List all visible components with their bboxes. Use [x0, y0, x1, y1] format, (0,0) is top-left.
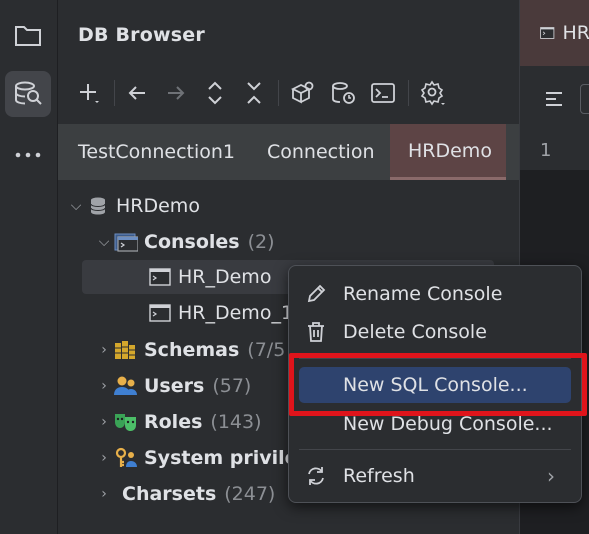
- item-count: (57): [212, 375, 252, 397]
- tree-node-consoles[interactable]: ⌵ Consoles (2): [58, 225, 519, 259]
- annotation-highlight-box: [289, 353, 587, 416]
- consoles-folder-icon: [114, 231, 138, 253]
- editor-tab-hr-demo[interactable]: HR: [520, 0, 589, 66]
- database-icon: [86, 195, 110, 217]
- chevron-right-icon[interactable]: ›: [94, 378, 114, 394]
- collapse-all-icon[interactable]: [239, 78, 269, 108]
- item-count: (143): [210, 411, 262, 433]
- roles-masks-icon: [114, 411, 138, 433]
- pencil-icon: [299, 283, 333, 305]
- tab-hrdemo[interactable]: HRDemo: [390, 124, 506, 180]
- gear-icon[interactable]: [418, 78, 448, 108]
- chevron-right-icon[interactable]: ›: [94, 342, 114, 358]
- chevron-right-icon[interactable]: ›: [94, 414, 114, 430]
- tree-label: Users: [144, 375, 205, 397]
- menu-item-delete-console[interactable]: Delete Console: [299, 314, 571, 350]
- db-browser-icon[interactable]: [5, 71, 51, 117]
- chevron-down-icon[interactable]: ⌵: [66, 198, 86, 214]
- chevron-down-icon[interactable]: ⌵: [94, 234, 114, 250]
- key-user-icon: [114, 447, 138, 469]
- tree-label: HRDemo: [116, 195, 200, 217]
- chevron-right-icon: ›: [547, 464, 555, 488]
- tree-label: HR_Demo_1: [178, 302, 294, 324]
- schemas-icon: [114, 339, 138, 361]
- item-count: (7/5: [247, 339, 286, 361]
- console-icon[interactable]: [368, 78, 398, 108]
- back-arrow-icon[interactable]: [122, 78, 152, 108]
- editor-toolbar: [520, 66, 589, 130]
- console-icon: [540, 27, 555, 39]
- menu-item-refresh[interactable]: Refresh ›: [299, 458, 571, 494]
- item-count: (2): [247, 231, 275, 253]
- left-tool-strip: [0, 0, 58, 534]
- tree-label: Consoles: [144, 231, 240, 253]
- forward-arrow-icon[interactable]: [161, 78, 191, 108]
- menu-item-rename-console[interactable]: Rename Console: [299, 276, 571, 312]
- format-lines-icon[interactable]: [544, 90, 564, 108]
- object-properties-icon[interactable]: [288, 78, 318, 108]
- tab-testconnection1[interactable]: TestConnection1: [60, 124, 253, 180]
- users-icon: [114, 375, 138, 397]
- database-history-icon[interactable]: [328, 78, 358, 108]
- expand-all-icon[interactable]: [200, 78, 230, 108]
- tree-label: HR_Demo: [178, 266, 272, 288]
- console-icon: [148, 302, 172, 324]
- connection-tabs: TestConnection1 Connection HRDemo: [58, 124, 519, 180]
- line-number: 1: [540, 140, 552, 161]
- panel-title: DB Browser: [78, 24, 205, 46]
- add-icon[interactable]: [74, 78, 104, 108]
- chevron-right-icon[interactable]: ›: [94, 450, 114, 466]
- current-line: 1: [520, 130, 589, 170]
- editor-tab-label: HR: [562, 22, 589, 44]
- more-options-icon[interactable]: [5, 132, 51, 178]
- tab-connection[interactable]: Connection: [249, 124, 393, 180]
- item-count: (247): [224, 483, 276, 505]
- tree-node-hrdemo[interactable]: ⌵ HRDemo: [58, 189, 519, 223]
- project-folder-icon[interactable]: [5, 12, 51, 58]
- tree-label: Charsets: [122, 483, 217, 505]
- tree-label: Schemas: [144, 339, 240, 361]
- refresh-icon: [299, 465, 333, 487]
- trash-icon: [299, 321, 333, 343]
- tree-label: System privile: [144, 447, 298, 469]
- editor-dropdown[interactable]: [580, 84, 589, 114]
- console-icon: [148, 266, 172, 288]
- tree-label: Roles: [144, 411, 203, 433]
- chevron-right-icon[interactable]: ›: [94, 486, 114, 502]
- toolbar: [58, 70, 519, 114]
